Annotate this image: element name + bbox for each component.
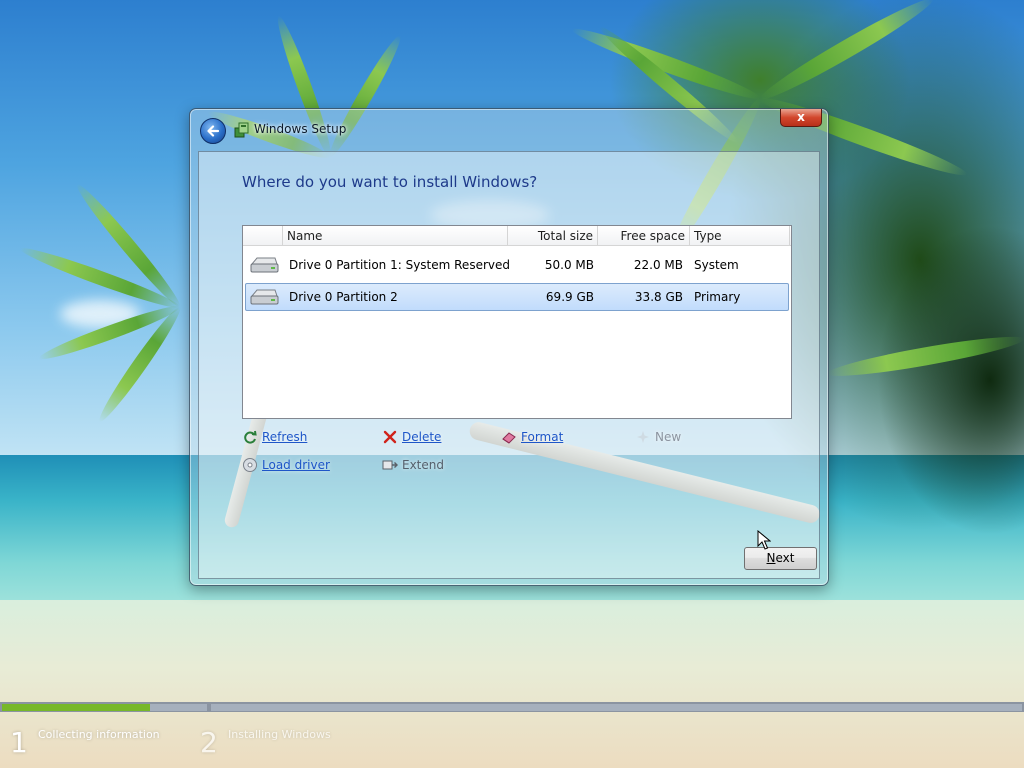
partition-total-size: 50.0 MB [544, 258, 594, 272]
back-arrow-icon [207, 125, 220, 137]
load-driver-label: Load driver [262, 458, 330, 472]
setup-content-panel: Where do you want to install Windows? Na… [198, 151, 820, 579]
step-label: Installing Windows [228, 728, 331, 741]
mouse-cursor-icon [757, 530, 771, 550]
close-icon: x [797, 110, 805, 124]
column-header-icon[interactable] [243, 226, 283, 246]
new-label: New [655, 430, 682, 444]
back-button[interactable] [200, 118, 226, 144]
progress-segment-installing [211, 704, 1022, 711]
cd-driver-icon [243, 458, 257, 472]
delete-label: Delete [402, 430, 442, 444]
delete-link[interactable]: Delete [382, 428, 441, 446]
page-heading: Where do you want to install Windows? [242, 173, 538, 191]
refresh-icon [244, 430, 257, 444]
partition-type: Primary [694, 290, 741, 304]
column-header-type[interactable]: Type [690, 226, 790, 246]
partition-free-space: 33.8 GB [634, 290, 683, 304]
title-bar: Windows Setup x [190, 109, 828, 151]
beach-sand [0, 600, 1024, 768]
setup-progress-bar [0, 702, 1024, 712]
step-label: Collecting information [38, 728, 160, 741]
partition-type: System [694, 258, 739, 272]
next-button[interactable]: Next [744, 547, 817, 570]
partition-total-size: 69.9 GB [545, 290, 594, 304]
partition-list[interactable]: Name Total size Free space Type Drive 0 … [242, 225, 792, 419]
step-number: 2 [200, 726, 218, 759]
refresh-link[interactable]: Refresh [242, 428, 307, 446]
hard-drive-icon [250, 289, 279, 305]
eraser-icon [502, 432, 516, 444]
next-label-accesskey: N [766, 551, 776, 565]
setup-app-icon [234, 122, 249, 138]
refresh-label: Refresh [262, 430, 308, 444]
delete-x-icon [383, 430, 397, 444]
step-number: 1 [10, 726, 28, 759]
format-label: Format [521, 430, 564, 444]
column-header-total-size[interactable]: Total size [508, 226, 598, 246]
extend-label: Extend [402, 458, 444, 472]
partition-name: Drive 0 Partition 2 [289, 290, 398, 304]
close-button[interactable]: x [780, 109, 822, 127]
list-header: Name Total size Free space Type [243, 226, 791, 246]
column-header-free-space[interactable]: Free space [598, 226, 690, 246]
extend-link[interactable]: Extend [382, 456, 444, 474]
format-link[interactable]: Format [501, 428, 563, 446]
progress-segment-collecting [2, 704, 207, 711]
windows-setup-window: Windows Setup x Where do you want to ins… [189, 108, 829, 586]
load-driver-link[interactable]: Load driver [242, 456, 330, 474]
partition-row-selected[interactable]: Drive 0 Partition 2 69.9 GB 33.8 GB Prim… [245, 283, 789, 311]
partition-name: Drive 0 Partition 1: System Reserved [289, 258, 510, 272]
new-star-icon [637, 431, 649, 443]
partition-free-space: 22.0 MB [633, 258, 683, 272]
hard-drive-icon [250, 257, 279, 273]
progress-fill [2, 704, 150, 711]
column-header-name[interactable]: Name [283, 226, 508, 246]
partition-row[interactable]: Drive 0 Partition 1: System Reserved 50.… [245, 251, 789, 279]
window-title: Windows Setup [254, 122, 347, 136]
new-link[interactable]: New [635, 428, 681, 446]
extend-icon [382, 460, 398, 470]
next-label: ext [775, 551, 795, 565]
